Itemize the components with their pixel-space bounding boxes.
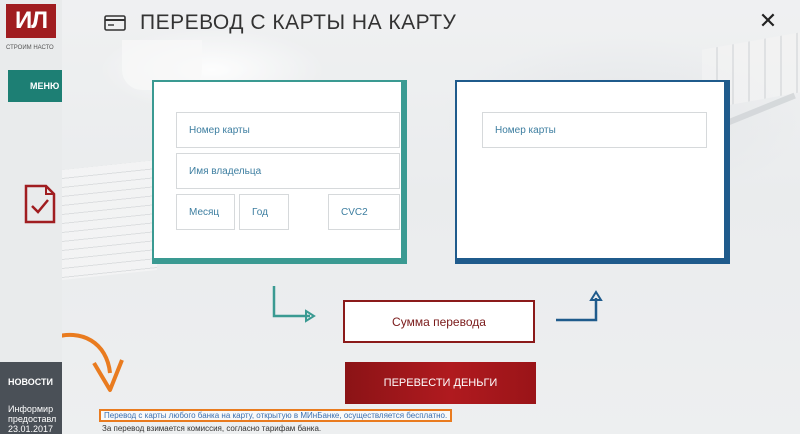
transfer-amount-input[interactable]: Сумма перевода bbox=[343, 300, 535, 343]
news-item-text[interactable]: Информир предоставл 23.01.2017 bbox=[8, 404, 60, 434]
site-tagline: СТРОИМ НАСТО bbox=[6, 45, 54, 51]
site-left-column: ИЛ СТРОИМ НАСТО МЕНЮ НОВОСТИ Информир пр… bbox=[0, 0, 62, 434]
site-menu-button[interactable]: МЕНЮ bbox=[8, 70, 62, 102]
close-icon[interactable]: ✕ bbox=[757, 10, 779, 32]
destination-card-panel: Номер карты bbox=[455, 80, 730, 264]
transfer-modal: ПЕРЕВОД С КАРТЫ НА КАРТУ ✕ Номер карты И… bbox=[62, 0, 800, 434]
card-owner-name-input[interactable]: Имя владельца bbox=[176, 153, 400, 189]
news-line: Информир bbox=[8, 404, 54, 414]
source-card-number-input[interactable]: Номер карты bbox=[176, 112, 400, 148]
expiry-month-input[interactable]: Месяц bbox=[176, 194, 235, 230]
news-date: 23.01.2017 bbox=[8, 424, 54, 434]
credit-card-icon bbox=[104, 15, 126, 31]
arrow-right-icon bbox=[272, 286, 316, 323]
free-transfer-notice: Перевод с карты любого банка на карту, о… bbox=[99, 409, 453, 422]
document-check-icon bbox=[24, 184, 56, 224]
news-line: предоставл bbox=[8, 414, 57, 424]
expiry-year-input[interactable]: Год bbox=[239, 194, 289, 230]
arrow-up-icon bbox=[556, 290, 603, 322]
modal-title: ПЕРЕВОД С КАРТЫ НА КАРТУ bbox=[140, 11, 457, 34]
source-card-panel: Номер карты Имя владельца Месяц Год CVC2 bbox=[152, 80, 407, 264]
commission-notice: За перевод взимается комиссия, согласно … bbox=[102, 424, 322, 433]
news-heading[interactable]: НОВОСТИ bbox=[8, 377, 53, 387]
background-photo-notebook bbox=[62, 160, 157, 280]
site-logo[interactable]: ИЛ bbox=[6, 4, 56, 38]
transfer-money-button[interactable]: ПЕРЕВЕСТИ ДЕНЬГИ bbox=[345, 362, 536, 404]
curved-arrow-icon bbox=[62, 332, 124, 392]
cvc2-input[interactable]: CVC2 bbox=[328, 194, 400, 230]
destination-card-number-input[interactable]: Номер карты bbox=[482, 112, 707, 148]
modal-header: ПЕРЕВОД С КАРТЫ НА КАРТУ bbox=[104, 8, 456, 38]
